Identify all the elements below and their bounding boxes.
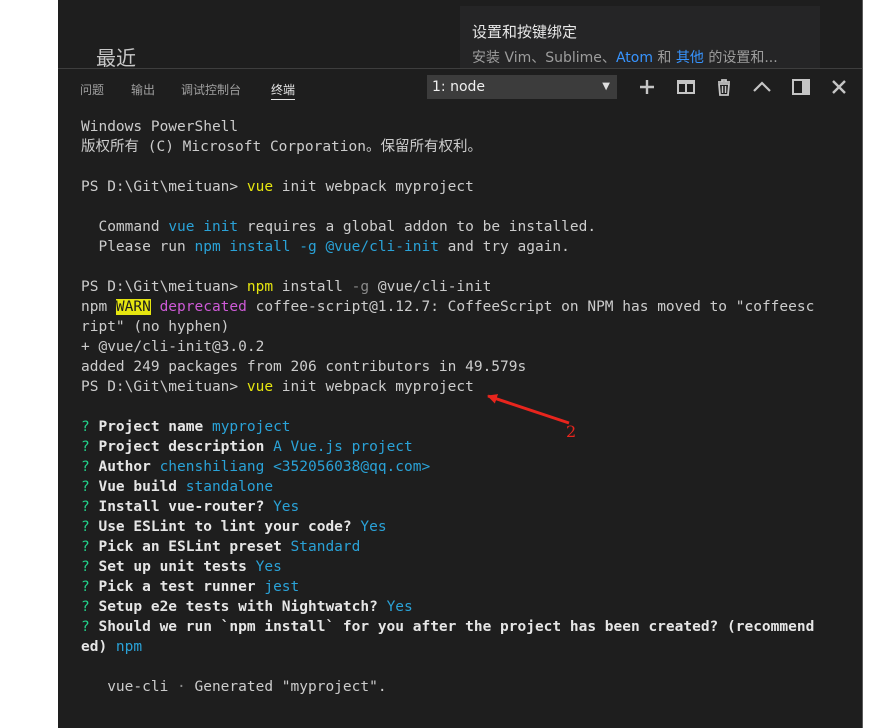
annotation-arrow-line: [487, 394, 570, 425]
vscode-window: 最近 设置和按键绑定 安装 Vim、Sublime、Atom 和 其他 的设置和…: [0, 0, 888, 728]
annotation-label: 2: [566, 422, 577, 441]
annotation-arrow: [487, 394, 570, 425]
